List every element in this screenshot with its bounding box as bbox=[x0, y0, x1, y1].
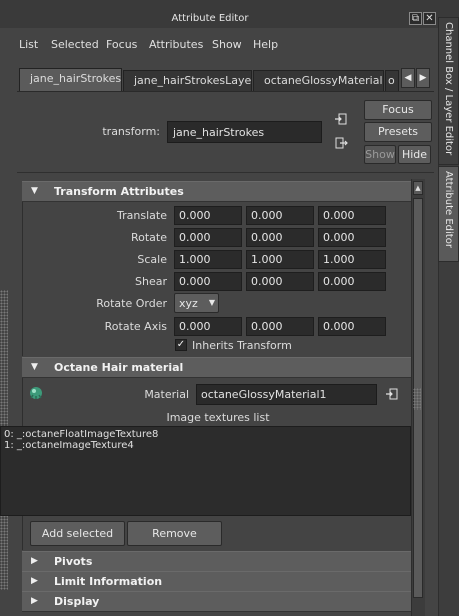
section-title: Transform Attributes bbox=[54, 185, 184, 198]
hide-button[interactable]: Hide bbox=[398, 145, 431, 164]
scale-label: Scale bbox=[137, 253, 167, 266]
shear-y-field[interactable]: 0.000 bbox=[246, 272, 314, 291]
output-connection-icon[interactable] bbox=[334, 136, 348, 150]
material-connection-icon[interactable] bbox=[385, 387, 399, 401]
shear-z-field[interactable]: 0.000 bbox=[318, 272, 386, 291]
menu-show[interactable]: Show bbox=[212, 38, 242, 51]
remove-textures-button[interactable]: Remove textures bbox=[127, 521, 222, 563]
scale-z-field[interactable]: 1.000 bbox=[318, 250, 386, 269]
title-bar: Attribute Editor ⧉ ✕ bbox=[0, 0, 459, 28]
rotate-axis-z-field[interactable]: 0.000 bbox=[318, 317, 386, 336]
translate-z-field[interactable]: 0.000 bbox=[318, 206, 386, 225]
menu-focus[interactable]: Focus bbox=[106, 38, 137, 51]
close-icon[interactable]: ✕ bbox=[423, 12, 436, 25]
window-title: Attribute Editor bbox=[171, 13, 249, 24]
chevron-left-icon[interactable]: ◀ bbox=[401, 68, 415, 88]
menu-bar: List Selected Focus Attributes Show Help bbox=[0, 28, 438, 58]
collapse-triangle-icon: ▼ bbox=[31, 362, 38, 372]
rotate-y-field[interactable]: 0.000 bbox=[246, 228, 314, 247]
expand-triangle-icon: ▶ bbox=[31, 556, 38, 566]
menu-list[interactable]: List bbox=[19, 38, 38, 51]
rotate-x-field[interactable]: 0.000 bbox=[174, 228, 242, 247]
scroll-grip bbox=[413, 388, 421, 410]
tab-channel-box-label: Channel Box / Layer Editor bbox=[443, 22, 454, 156]
inherits-transform-checkbox[interactable]: ✓ bbox=[175, 339, 187, 351]
tab-overflow[interactable]: o bbox=[385, 70, 399, 91]
chevron-right-icon[interactable]: ▶ bbox=[416, 68, 430, 88]
rotate-axis-y-field[interactable]: 0.000 bbox=[246, 317, 314, 336]
textures-list-label: Image textures list bbox=[166, 411, 270, 424]
tab-channel-box[interactable]: Channel Box / Layer Editor bbox=[438, 17, 459, 165]
tab-jane-hairstrokeslayer[interactable]: jane_hairStrokesLayer bbox=[123, 70, 252, 91]
rotate-axis-label: Rotate Axis bbox=[104, 320, 167, 333]
section-pivots[interactable]: ▶ Pivots bbox=[22, 551, 411, 572]
section-title: Pivots bbox=[54, 555, 93, 568]
material-label: Material bbox=[144, 388, 189, 401]
panel-divider bbox=[17, 172, 434, 173]
list-item[interactable]: 0: _:octaneFloatImageTexture8 bbox=[4, 429, 407, 440]
collapse-triangle-icon: ▼ bbox=[31, 186, 38, 196]
float-icon[interactable]: ⧉ bbox=[409, 12, 422, 25]
transform-node-field[interactable]: jane_hairStrokes bbox=[167, 121, 322, 143]
presets-button[interactable]: Presets bbox=[364, 122, 432, 142]
menu-selected[interactable]: Selected bbox=[51, 38, 99, 51]
shear-label: Shear bbox=[135, 275, 167, 288]
rotate-order-dropdown[interactable]: xyz ▼ bbox=[174, 293, 219, 313]
section-title: Display bbox=[54, 595, 100, 608]
section-transform-attributes[interactable]: ▼ Transform Attributes bbox=[22, 181, 411, 202]
scroll-up-icon[interactable]: ▲ bbox=[413, 181, 423, 195]
input-connection-icon[interactable] bbox=[334, 112, 348, 126]
shear-x-field[interactable]: 0.000 bbox=[174, 272, 242, 291]
list-item[interactable]: 1: _:octaneImageTexture4 bbox=[4, 440, 407, 451]
translate-x-field[interactable]: 0.000 bbox=[174, 206, 242, 225]
section-octane-hair-material[interactable]: ▼ Octane Hair material bbox=[22, 357, 411, 378]
material-field[interactable]: octaneGlossyMaterial1 bbox=[196, 384, 377, 405]
rotate-order-label: Rotate Order bbox=[96, 297, 167, 310]
rotate-axis-x-field[interactable]: 0.000 bbox=[174, 317, 242, 336]
tab-attribute-editor-label: Attribute Editor bbox=[443, 171, 454, 248]
section-display[interactable]: ▶ Display bbox=[22, 591, 411, 612]
expand-triangle-icon: ▶ bbox=[31, 576, 38, 586]
octane-logo-icon bbox=[29, 386, 43, 400]
inherits-transform-label: Inherits Transform bbox=[192, 339, 292, 352]
chevron-down-icon: ▼ bbox=[208, 298, 215, 307]
tab-octaneglossymaterial1[interactable]: octaneGlossyMaterial1 bbox=[253, 70, 384, 91]
scale-y-field[interactable]: 1.000 bbox=[246, 250, 314, 269]
tab-divider bbox=[17, 91, 434, 92]
rotate-label: Rotate bbox=[130, 231, 167, 244]
rotate-z-field[interactable]: 0.000 bbox=[318, 228, 386, 247]
textures-listbox[interactable]: 0: _:octaneFloatImageTexture8 1: _:octan… bbox=[0, 426, 411, 516]
section-title: Limit Information bbox=[54, 575, 163, 588]
section-limit-information[interactable]: ▶ Limit Information bbox=[22, 571, 411, 592]
focus-button[interactable]: Focus bbox=[364, 100, 432, 120]
show-button[interactable]: Show bbox=[364, 145, 396, 164]
menu-help[interactable]: Help bbox=[253, 38, 278, 51]
menu-attributes[interactable]: Attributes bbox=[149, 38, 203, 51]
tab-jane-hairstrokes[interactable]: jane_hairStrokes bbox=[19, 68, 122, 91]
scale-x-field[interactable]: 1.000 bbox=[174, 250, 242, 269]
transform-label: transform: bbox=[102, 125, 160, 138]
tab-attribute-editor[interactable]: Attribute Editor bbox=[438, 166, 459, 262]
translate-label: Translate bbox=[117, 209, 167, 222]
rotate-order-value: xyz bbox=[179, 297, 198, 310]
add-selected-button[interactable]: Add selected bbox=[30, 521, 125, 546]
expand-triangle-icon: ▶ bbox=[31, 596, 38, 606]
section-title: Octane Hair material bbox=[54, 361, 184, 374]
translate-y-field[interactable]: 0.000 bbox=[246, 206, 314, 225]
